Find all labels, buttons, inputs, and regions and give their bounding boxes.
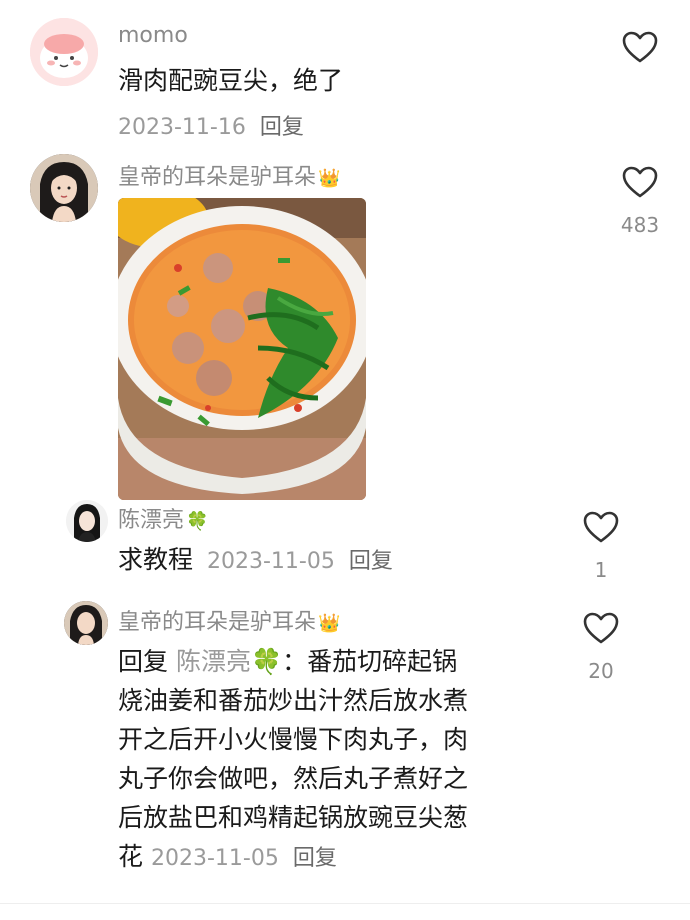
- comment-body: 求教程: [118, 545, 194, 574]
- username-text[interactable]: momo: [118, 23, 188, 48]
- comment-body: 滑肉配豌豆尖，绝了: [118, 66, 344, 95]
- heart-outline-icon: [622, 31, 658, 63]
- comment-date: 2023-11-05: [150, 846, 279, 871]
- comment-meta: 2023-11-16 回复: [118, 106, 304, 147]
- like-count: 483: [620, 213, 660, 237]
- reply-button[interactable]: 回复: [349, 549, 393, 574]
- reply-to-user[interactable]: 陈漂亮🍀: [176, 647, 282, 676]
- avatar[interactable]: [64, 601, 108, 645]
- reply-prefix: 回复: [118, 647, 169, 676]
- reply-button[interactable]: 回复: [293, 846, 337, 871]
- comment-image[interactable]: [118, 198, 366, 500]
- like-button[interactable]: [620, 30, 660, 64]
- comment-body: ：番茄切碎起锅: [282, 647, 458, 676]
- comment-line: 烧油姜和番茄炒出汁然后放水煮: [118, 686, 469, 715]
- username[interactable]: momo: [118, 23, 188, 48]
- comment-text: 回复 陈漂亮🍀：番茄切碎起锅 烧油姜和番茄炒出汁然后放水煮 开之后开小火慢慢下肉…: [118, 642, 558, 878]
- like-count: 1: [594, 558, 608, 582]
- comment-text: 滑肉配豌豆尖，绝了: [118, 61, 343, 100]
- comment-date: 2023-11-16: [118, 115, 246, 140]
- crown-badge-icon: 👑: [318, 168, 341, 189]
- avatar[interactable]: [30, 154, 98, 222]
- username[interactable]: 皇帝的耳朵是驴耳朵 👑: [118, 604, 340, 636]
- username-text[interactable]: 皇帝的耳朵是驴耳朵: [118, 165, 316, 190]
- soup-photo: [118, 198, 366, 500]
- avatar[interactable]: [30, 18, 98, 86]
- like-count: 20: [588, 659, 614, 683]
- heart-outline-icon: [583, 511, 619, 543]
- reply-button[interactable]: 回复: [260, 115, 304, 140]
- username[interactable]: 陈漂亮 🍀: [118, 502, 208, 534]
- comment-date: 2023-11-05: [206, 549, 335, 574]
- username-text[interactable]: 皇帝的耳朵是驴耳朵: [118, 610, 316, 635]
- avatar[interactable]: [66, 500, 108, 542]
- comment-line: 开之后开小火慢慢下肉丸子，肉: [118, 725, 469, 754]
- crown-badge-icon: 👑: [318, 613, 341, 634]
- comment-line: 丸子你会做吧，然后丸子煮好之: [118, 764, 469, 793]
- comment-line: 后放盐巴和鸡精起锅放豌豆尖葱: [118, 803, 469, 832]
- clover-badge-icon: 🍀: [186, 511, 209, 532]
- comment-line: 回复 陈漂亮🍀：番茄切碎起锅: [118, 642, 558, 681]
- divider: [0, 903, 690, 904]
- like-button[interactable]: 483: [620, 165, 660, 237]
- username[interactable]: 皇帝的耳朵是驴耳朵 👑: [118, 159, 340, 191]
- username-text[interactable]: 陈漂亮: [118, 508, 184, 533]
- heart-outline-icon: [583, 612, 619, 644]
- like-button[interactable]: 20: [581, 611, 621, 683]
- comment-text: 求教程 2023-11-05 回复: [118, 540, 393, 581]
- comment-body: 花: [118, 842, 144, 871]
- heart-outline-icon: [622, 166, 658, 198]
- comment-line: 花 2023-11-05 回复: [118, 837, 558, 878]
- like-button[interactable]: 1: [581, 510, 621, 582]
